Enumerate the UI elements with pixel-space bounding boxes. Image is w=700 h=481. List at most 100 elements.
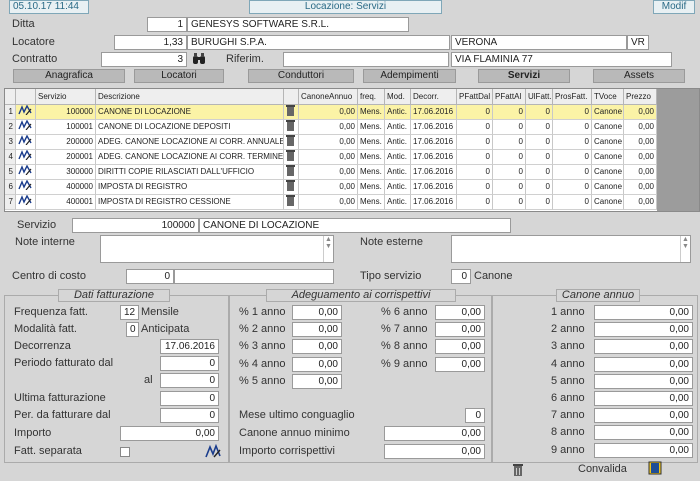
grid-cell-pfattdal[interactable]: 0 (457, 150, 493, 165)
grid-cell-tvoce[interactable]: Canone (592, 150, 624, 165)
canone-anno-field[interactable]: 0,00 (594, 322, 693, 338)
grid-cell-canoneannuo[interactable]: 0,00 (299, 120, 358, 135)
tab-adempimenti[interactable]: Adempimenti (363, 69, 456, 83)
grid-cell-canoneannuo[interactable]: 0,00 (299, 195, 358, 210)
grid-cell-prezzo[interactable]: 0,00 (624, 150, 657, 165)
tab-servizi[interactable]: Servizi (478, 69, 570, 83)
grid-cell-prezzo[interactable]: 0,00 (624, 180, 657, 195)
grid-cell-freq[interactable]: Mens. (358, 195, 385, 210)
canone-anno-field[interactable]: 0,00 (594, 373, 693, 389)
grid-cell-mod[interactable]: Antic. (385, 195, 411, 210)
grid-header-freq[interactable]: freq. (358, 89, 385, 105)
grid-cell-servizio[interactable]: 100000 (36, 105, 96, 120)
grid-header-pfattdal[interactable]: PFattDal (457, 89, 493, 105)
row-delete-icon[interactable] (284, 150, 299, 165)
grid-cell-tvoce[interactable]: Canone (592, 135, 624, 150)
adeg-field[interactable]: 0,00 (435, 339, 485, 355)
grid-cell-freq[interactable]: Mens. (358, 120, 385, 135)
grid-cell-freq[interactable]: Mens. (358, 135, 385, 150)
grid-cell-servizio[interactable]: 200000 (36, 135, 96, 150)
grid-cell-tvoce[interactable]: Canone (592, 105, 624, 120)
grid-cell-canoneannuo[interactable]: 0,00 (299, 135, 358, 150)
grid-header-prezzo[interactable]: Prezzo (624, 89, 657, 105)
canone-minimo-field[interactable]: 0,00 (384, 426, 485, 441)
grid-cell-ulfatt[interactable]: 0 (526, 105, 553, 120)
services-grid[interactable]: Servizio Descrizione CanoneAnnuo freq. M… (4, 88, 700, 212)
edit-pen-icon[interactable] (205, 443, 221, 458)
row-delete-icon[interactable] (284, 180, 299, 195)
canone-anno-field[interactable]: 0,00 (594, 442, 693, 458)
grid-cell-prosfatt[interactable]: 0 (553, 150, 592, 165)
grid-cell-ulfatt[interactable]: 0 (526, 135, 553, 150)
tab-conduttori[interactable]: Conduttori (248, 69, 354, 83)
binoculars-icon[interactable] (192, 53, 206, 65)
grid-cell-freq[interactable]: Mens. (358, 105, 385, 120)
per-da-fatturare-field[interactable]: 0 (160, 408, 219, 423)
row-edit-icon[interactable] (16, 105, 36, 120)
note-esterne-textarea[interactable]: ▲ ▼ (451, 235, 691, 263)
grid-cell-mod[interactable]: Antic. (385, 165, 411, 180)
row-edit-icon[interactable] (16, 180, 36, 195)
tab-anagrafica[interactable]: Anagrafica (13, 69, 125, 83)
grid-cell-ulfatt[interactable]: 0 (526, 150, 553, 165)
grid-cell-ulfatt[interactable]: 0 (526, 180, 553, 195)
grid-cell-decorr[interactable]: 17.06.2016 (411, 180, 457, 195)
adeg-field[interactable]: 0,00 (435, 356, 485, 372)
modalita-code-field[interactable]: 0 (126, 322, 139, 337)
periodo-dal-field[interactable]: 0 (160, 356, 219, 371)
canone-anno-field[interactable]: 0,00 (594, 408, 693, 424)
grid-cell-descrizione[interactable]: ADEG. CANONE LOCAZIONE AI CORR. TERMINE (96, 150, 284, 165)
grid-cell-tvoce[interactable]: Canone (592, 165, 624, 180)
importo-corrispettivi-field[interactable]: 0,00 (384, 444, 485, 459)
decorrenza-field[interactable]: 17.06.2016 (160, 339, 219, 354)
locatore-code-field[interactable]: 1,33 (114, 35, 187, 50)
row-delete-icon[interactable] (284, 135, 299, 150)
row-edit-icon[interactable] (16, 150, 36, 165)
grid-cell-prosfatt[interactable]: 0 (553, 180, 592, 195)
grid-cell-pfattdal[interactable]: 0 (457, 180, 493, 195)
grid-header-tvoce[interactable]: TVoce (592, 89, 624, 105)
adeg-field[interactable]: 0,00 (292, 339, 342, 355)
grid-cell-descrizione[interactable]: CANONE DI LOCAZIONE DEPOSITI (96, 120, 284, 135)
canone-anno-field[interactable]: 0,00 (594, 356, 693, 372)
grid-cell-freq[interactable]: Mens. (358, 150, 385, 165)
grid-cell-servizio[interactable]: 200001 (36, 150, 96, 165)
grid-cell-pfattal[interactable]: 0 (493, 120, 526, 135)
grid-cell-canoneannuo[interactable]: 0,00 (299, 165, 358, 180)
tab-assets[interactable]: Assets (593, 69, 685, 83)
mese-conguaglio-field[interactable]: 0 (465, 408, 485, 423)
grid-cell-prezzo[interactable]: 0,00 (624, 165, 657, 180)
fatt-separata-checkbox[interactable] (120, 447, 130, 457)
grid-cell-pfattdal[interactable]: 0 (457, 135, 493, 150)
grid-cell-servizio[interactable]: 400001 (36, 195, 96, 210)
grid-cell-canoneannuo[interactable]: 0,00 (299, 105, 358, 120)
grid-cell-prosfatt[interactable]: 0 (553, 165, 592, 180)
note-interne-textarea[interactable]: ▲ ▼ (100, 235, 334, 263)
grid-cell-pfattal[interactable]: 0 (493, 165, 526, 180)
adeg-field[interactable]: 0,00 (292, 305, 342, 320)
grid-cell-decorr[interactable]: 17.06.2016 (411, 165, 457, 180)
grid-cell-pfattdal[interactable]: 0 (457, 165, 493, 180)
grid-cell-prosfatt[interactable]: 0 (553, 195, 592, 210)
grid-cell-mod[interactable]: Antic. (385, 135, 411, 150)
delete-icon[interactable] (512, 463, 524, 477)
grid-cell-descrizione[interactable]: DIRITTI COPIE RILASCIATI DALL'UFFICIO (96, 165, 284, 180)
contratto-code-field[interactable]: 3 (101, 52, 187, 67)
grid-cell-servizio[interactable]: 400000 (36, 180, 96, 195)
row-delete-icon[interactable] (284, 195, 299, 210)
grid-cell-pfattal[interactable]: 0 (493, 150, 526, 165)
adeg-field[interactable]: 0,00 (292, 322, 342, 338)
grid-cell-servizio[interactable]: 100001 (36, 120, 96, 135)
grid-cell-mod[interactable]: Antic. (385, 105, 411, 120)
grid-cell-canoneannuo[interactable]: 0,00 (299, 150, 358, 165)
grid-header-ulfatt[interactable]: UlFatt. (526, 89, 553, 105)
canone-anno-field[interactable]: 0,00 (594, 339, 693, 355)
grid-cell-freq[interactable]: Mens. (358, 165, 385, 180)
grid-cell-tvoce[interactable]: Canone (592, 195, 624, 210)
centro-costo-code-field[interactable]: 0 (126, 269, 174, 284)
ditta-code-field[interactable]: 1 (147, 17, 187, 32)
grid-cell-decorr[interactable]: 17.06.2016 (411, 150, 457, 165)
grid-cell-mod[interactable]: Antic. (385, 120, 411, 135)
row-edit-icon[interactable] (16, 120, 36, 135)
grid-header-descrizione[interactable]: Descrizione (96, 89, 284, 105)
